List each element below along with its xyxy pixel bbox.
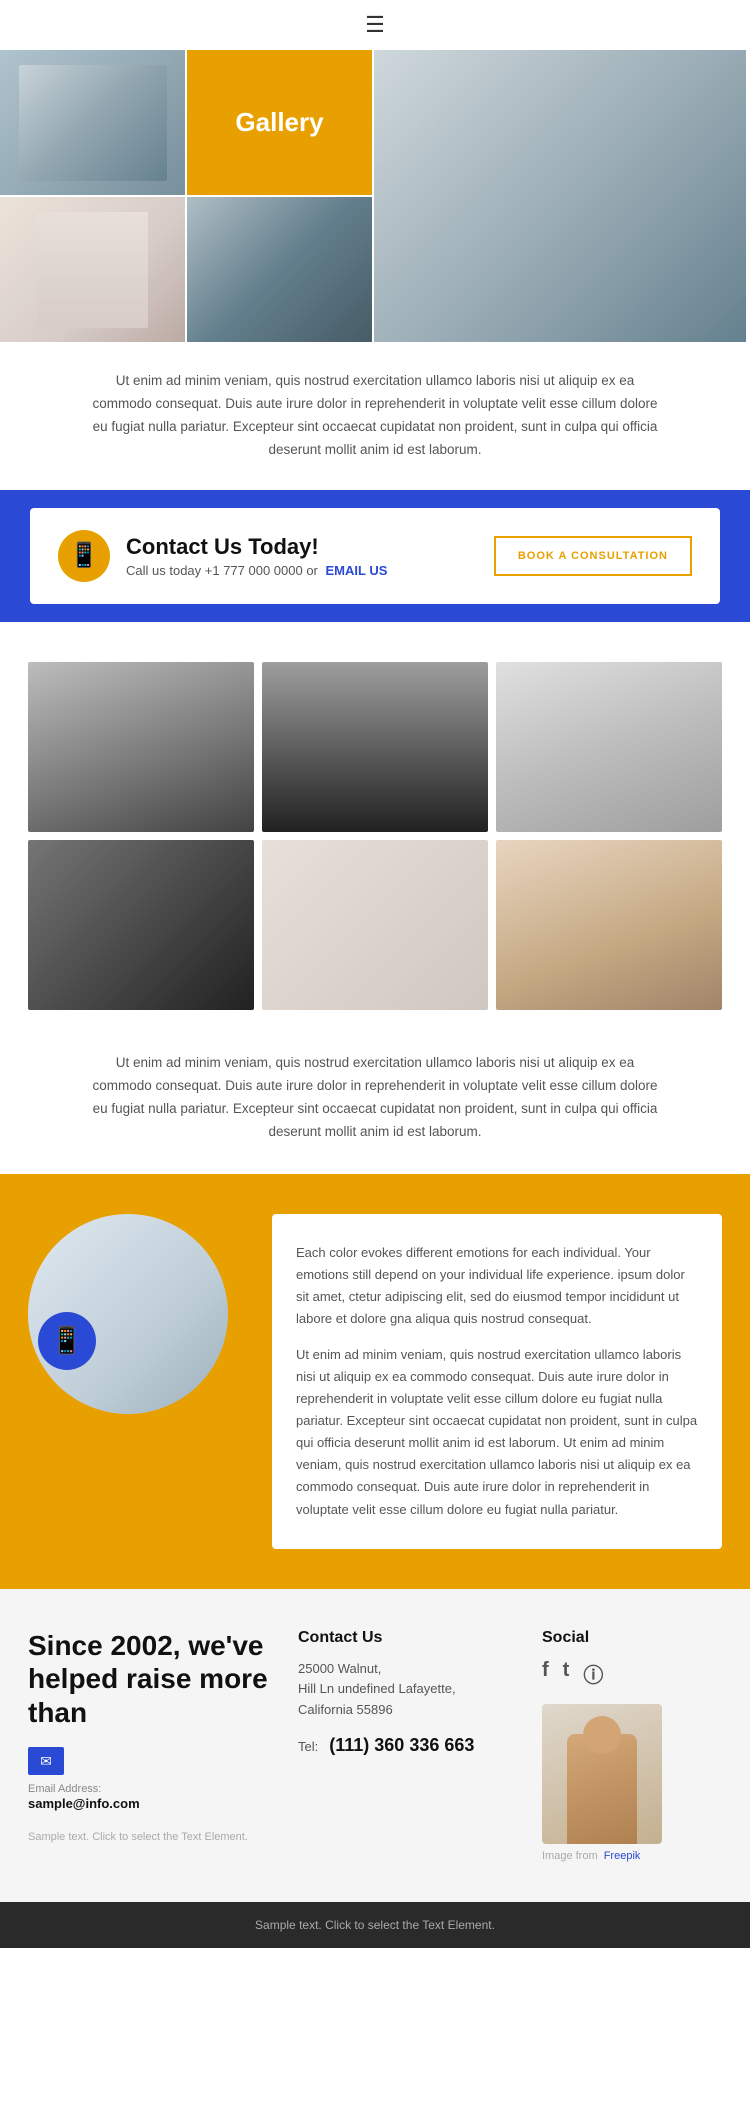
phone-icon: 📱 xyxy=(69,541,99,570)
contact-call-text: Call us today +1 777 000 0000 or EMAIL U… xyxy=(126,563,387,578)
text-para-2: Ut enim ad minim veniam, quis nostrud ex… xyxy=(90,1052,660,1144)
footer-col-2: Contact Us 25000 Walnut, Hill Ln undefin… xyxy=(298,1629,512,1862)
text-block-1: Ut enim ad minim veniam, quis nostrud ex… xyxy=(0,342,750,490)
email-us-link[interactable]: EMAIL US xyxy=(326,563,388,578)
gallery-cell-meeting xyxy=(0,50,185,195)
email-value: sample@info.com xyxy=(28,1796,140,1811)
footer-heading: Since 2002, we've helped raise more than xyxy=(28,1629,268,1730)
gallery-cell-overlay: Gallery xyxy=(187,50,372,195)
header: ☰ xyxy=(0,0,750,50)
gallery-title: Gallery xyxy=(235,107,323,138)
tel-number: (111) 360 336 663 xyxy=(329,1735,474,1755)
yellow-left: 📱 xyxy=(28,1214,248,1430)
footer-sample-text[interactable]: Sample text. Click to select the Text El… xyxy=(28,1831,268,1843)
contact-tel: Tel: (111) 360 336 663 xyxy=(298,1735,512,1756)
email-icon-box: ✉ xyxy=(28,1747,64,1775)
email-label: Email Address: xyxy=(28,1783,268,1795)
facebook-icon[interactable]: f xyxy=(542,1659,549,1688)
gallery-cell-shelf xyxy=(0,197,185,342)
contact-left: 📱 Contact Us Today! Call us today +1 777… xyxy=(58,530,387,582)
contact-col-title: Contact Us xyxy=(298,1629,512,1647)
text-block-2: Ut enim ad minim veniam, quis nostrud ex… xyxy=(0,1030,750,1174)
arch-cell-2 xyxy=(262,662,488,832)
yellow-para-1: Each color evokes different emotions for… xyxy=(296,1242,698,1330)
gallery-cell-ladies xyxy=(187,197,372,342)
contact-text: Contact Us Today! Call us today +1 777 0… xyxy=(126,534,387,578)
footer-col-1: Since 2002, we've helped raise more than… xyxy=(28,1629,268,1862)
arch-cell-5 xyxy=(262,840,488,1010)
yellow-section: 📱 Each color evokes different emotions f… xyxy=(0,1174,750,1589)
person-image xyxy=(542,1704,662,1844)
hamburger-icon[interactable]: ☰ xyxy=(365,12,385,38)
gallery-grid: Gallery xyxy=(0,50,750,342)
arch-grid xyxy=(28,662,722,1010)
arch-cell-4 xyxy=(28,840,254,1010)
yellow-para-2: Ut enim ad minim veniam, quis nostrud ex… xyxy=(296,1344,698,1521)
text-para-1: Ut enim ad minim veniam, quis nostrud ex… xyxy=(90,370,660,462)
arch-cell-6 xyxy=(496,840,722,1010)
bottom-bar: Sample text. Click to select the Text El… xyxy=(0,1902,750,1948)
arch-gallery xyxy=(0,622,750,1030)
social-icons: f t ⓘ xyxy=(542,1659,722,1688)
social-title: Social xyxy=(542,1629,722,1647)
phone-icon-circle: 📱 xyxy=(58,530,110,582)
book-consultation-button[interactable]: BOOK A CONSULTATION xyxy=(494,536,692,576)
twitter-icon[interactable]: t xyxy=(563,1659,570,1688)
contact-address: 25000 Walnut, Hill Ln undefined Lafayett… xyxy=(298,1659,512,1721)
freepik-link[interactable]: Freepik xyxy=(604,1850,641,1862)
arch-cell-3 xyxy=(496,662,722,832)
bottom-text[interactable]: Sample text. Click to select the Text El… xyxy=(255,1918,495,1932)
footer-info: Since 2002, we've helped raise more than… xyxy=(0,1589,750,1902)
contact-banner: 📱 Contact Us Today! Call us today +1 777… xyxy=(0,490,750,622)
yellow-phone-circle: 📱 xyxy=(38,1312,96,1370)
tel-label: Tel: xyxy=(298,1739,318,1754)
contact-inner: 📱 Contact Us Today! Call us today +1 777… xyxy=(30,508,720,604)
arch-cell-1 xyxy=(28,662,254,832)
yellow-right: Each color evokes different emotions for… xyxy=(272,1214,722,1549)
yellow-phone-icon: 📱 xyxy=(51,1325,83,1356)
gallery-cell-building xyxy=(374,50,746,342)
gallery-section: Gallery xyxy=(0,50,750,342)
image-from-text: Image from Freepik xyxy=(542,1850,722,1862)
contact-title: Contact Us Today! xyxy=(126,534,387,560)
instagram-icon[interactable]: ⓘ xyxy=(583,1659,603,1688)
footer-col-3: Social f t ⓘ Image from Freepik xyxy=(542,1629,722,1862)
